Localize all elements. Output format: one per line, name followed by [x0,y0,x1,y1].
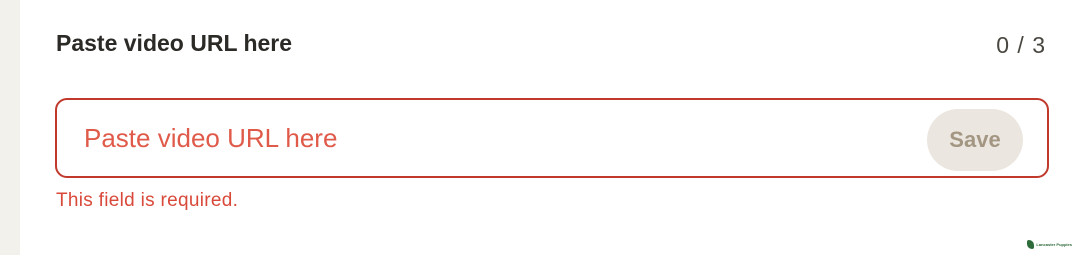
video-url-input[interactable] [84,120,904,156]
leaf-icon [1027,240,1035,249]
brand-name: Lancaster Puppies [1036,241,1072,247]
left-panel-strip [0,0,20,255]
save-button[interactable]: Save [927,109,1023,171]
url-counter: 0 / 3 [996,32,1046,58]
field-label: Paste video URL here [56,30,293,56]
video-url-input-container: Save [55,98,1049,178]
brand-logo: Lancaster Puppies [1027,240,1072,249]
error-message: This field is required. [56,190,239,211]
